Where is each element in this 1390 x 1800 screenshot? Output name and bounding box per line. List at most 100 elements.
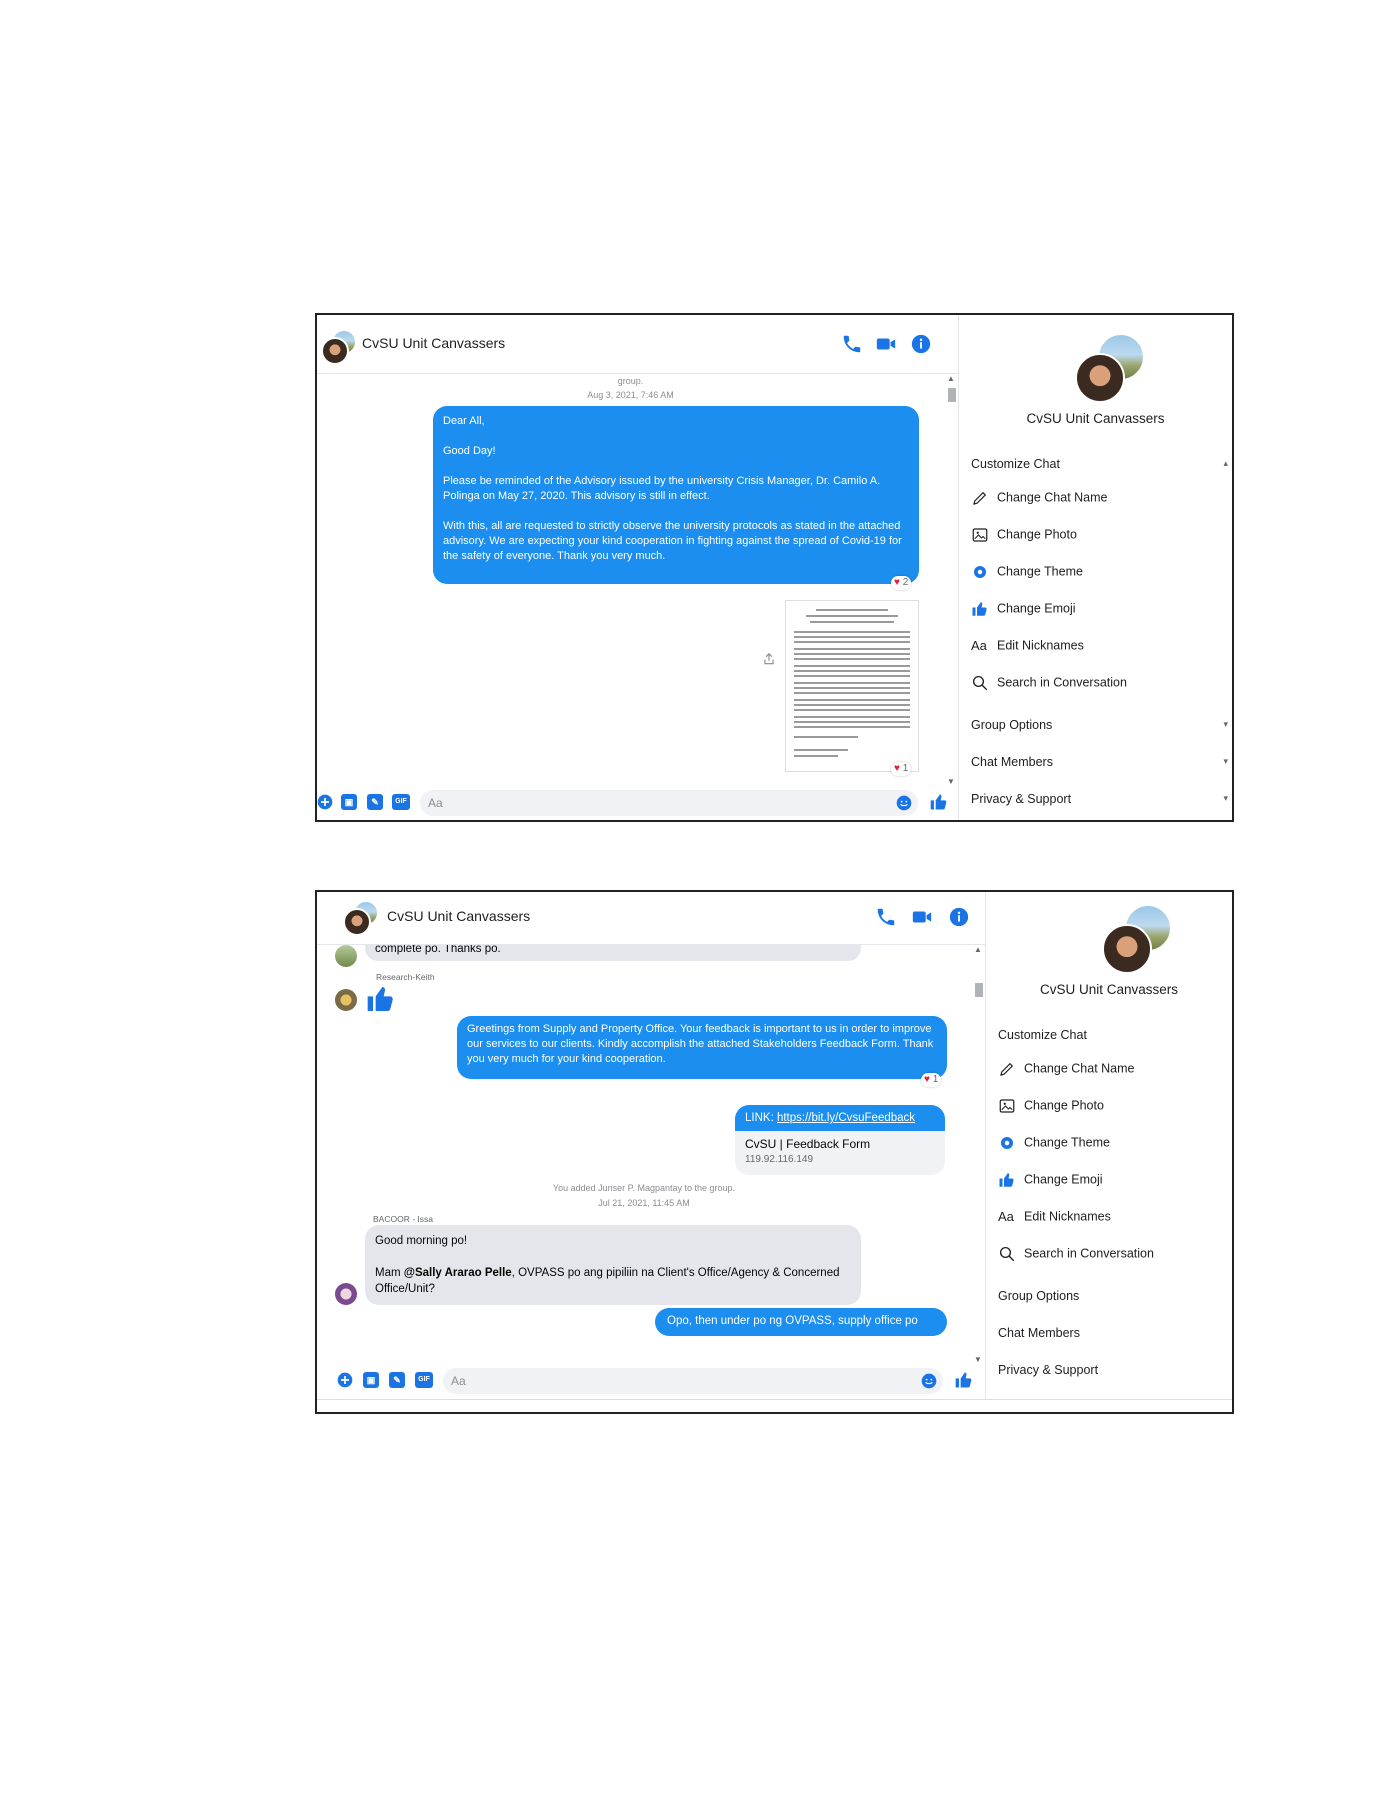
gif-icon[interactable]: GIF: [415, 1372, 433, 1388]
theme-icon: [974, 565, 986, 578]
reaction-badge[interactable]: ♥ 1: [921, 1073, 942, 1087]
plus-icon[interactable]: [317, 794, 333, 810]
avatar[interactable]: [335, 989, 357, 1011]
customize-chat-header[interactable]: Customize Chat: [971, 457, 1060, 471]
link-preview-card[interactable]: CvSU | Feedback Form 119.92.116.149: [735, 1131, 945, 1175]
chat-members-header[interactable]: Chat Members: [971, 755, 1053, 769]
system-message: group.: [617, 376, 644, 386]
message-line: Please be reminded of the Advisory issue…: [443, 475, 881, 502]
reaction-badge[interactable]: ♥ 1: [891, 762, 912, 776]
scroll-thumb[interactable]: [948, 388, 956, 402]
emoji-icon[interactable]: [896, 795, 912, 811]
theme-icon: [1001, 1136, 1013, 1149]
taskbar-strip: [317, 1399, 1232, 1412]
edit-nicknames-item[interactable]: Aa Edit Nicknames: [998, 1206, 1111, 1226]
link-url[interactable]: https://bit.ly/CvsuFeedback: [777, 1112, 915, 1124]
change-chat-name-item[interactable]: Change Chat Name: [998, 1058, 1134, 1078]
phone-icon[interactable]: [841, 333, 863, 355]
emoji-icon[interactable]: [921, 1373, 937, 1389]
sticker-icon[interactable]: ✎: [389, 1372, 405, 1388]
message-bubble[interactable]: Opo, then under po ng OVPASS, supply off…: [655, 1308, 947, 1336]
chat-header: CvSU Unit Canvassers: [317, 315, 958, 374]
image-icon: [999, 1099, 1015, 1113]
photo-icon[interactable]: ▣: [363, 1372, 379, 1388]
scroll-down-arrow[interactable]: ▼: [974, 1355, 982, 1364]
mention[interactable]: @Sally Ararao Pelle: [404, 1267, 512, 1279]
message-list[interactable]: complete po. Thanks po. Research-Keith G…: [317, 945, 971, 1364]
search-in-conversation-item[interactable]: Search in Conversation: [971, 672, 1127, 692]
sticker-icon[interactable]: ✎: [367, 794, 383, 810]
message-line: With this, all are requested to strictly…: [443, 520, 902, 562]
change-emoji-item[interactable]: Change Emoji: [998, 1169, 1103, 1189]
chat-title[interactable]: CvSU Unit Canvassers: [362, 335, 505, 351]
sender-name: BACOOR - Issa: [373, 1214, 433, 1224]
like-icon[interactable]: [929, 792, 949, 812]
scrollbar[interactable]: ▲ ▼: [971, 945, 985, 1364]
item-label: Change Theme: [997, 564, 1083, 579]
privacy-support-header[interactable]: Privacy & Support: [998, 1363, 1098, 1377]
group-avatar[interactable]: [343, 900, 379, 936]
reaction-count: 2: [902, 577, 909, 588]
change-emoji-item[interactable]: Change Emoji: [971, 598, 1076, 618]
group-options-header[interactable]: Group Options: [998, 1289, 1079, 1303]
change-theme-item[interactable]: Change Theme: [998, 1132, 1110, 1152]
chevron-up-icon[interactable]: ▴: [1223, 458, 1228, 469]
sidebar-title: CvSU Unit Canvassers: [1026, 411, 1165, 426]
chat-title[interactable]: CvSU Unit Canvassers: [387, 908, 530, 924]
privacy-support-header[interactable]: Privacy & Support: [971, 792, 1071, 806]
thumbs-up-icon[interactable]: [365, 983, 397, 1015]
photo-icon[interactable]: ▣: [341, 794, 357, 810]
group-avatar[interactable]: [321, 329, 357, 365]
message-bubble[interactable]: complete po. Thanks po.: [365, 945, 861, 961]
avatar[interactable]: [335, 945, 357, 967]
card-subtitle: 119.92.116.149: [745, 1154, 814, 1165]
item-label: Change Chat Name: [1024, 1061, 1135, 1076]
text-aa-icon: Aa: [971, 637, 987, 653]
message-input[interactable]: Aa: [443, 1368, 943, 1394]
like-icon[interactable]: [954, 1370, 974, 1390]
search-in-conversation-item[interactable]: Search in Conversation: [998, 1243, 1154, 1263]
scroll-up-arrow[interactable]: ▲: [974, 945, 982, 954]
sidebar-title: CvSU Unit Canvassers: [1039, 982, 1179, 997]
video-icon[interactable]: [911, 906, 933, 928]
reaction-count: 1: [932, 1074, 939, 1085]
conversation-info-sidebar: CvSU Unit Canvassers Customize Chat ▴ Ch…: [959, 315, 1232, 820]
image-icon: [972, 528, 988, 542]
customize-chat-header[interactable]: Customize Chat: [998, 1028, 1087, 1042]
reaction-count: 1: [902, 763, 909, 774]
message-input[interactable]: Aa: [420, 790, 918, 816]
video-icon[interactable]: [875, 333, 897, 355]
scroll-down-arrow[interactable]: ▼: [947, 777, 955, 786]
info-icon[interactable]: [948, 906, 970, 928]
message-bubble[interactable]: Good morning po! Mam @Sally Ararao Pelle…: [365, 1225, 861, 1305]
document-attachment[interactable]: [785, 600, 919, 772]
change-chat-name-item[interactable]: Change Chat Name: [971, 487, 1107, 507]
change-theme-item[interactable]: Change Theme: [971, 561, 1083, 581]
change-photo-item[interactable]: Change Photo: [998, 1095, 1104, 1115]
input-placeholder: Aa: [451, 1374, 466, 1388]
message-bubble[interactable]: Greetings from Supply and Property Offic…: [457, 1016, 947, 1079]
change-photo-item[interactable]: Change Photo: [971, 524, 1077, 544]
link-message[interactable]: LINK: https://bit.ly/CvsuFeedback: [735, 1105, 945, 1131]
group-options-header[interactable]: Group Options: [971, 718, 1052, 732]
share-icon[interactable]: [762, 652, 776, 666]
avatar[interactable]: [335, 1283, 357, 1305]
scrollbar[interactable]: ▲ ▼: [944, 374, 958, 786]
gif-icon[interactable]: GIF: [392, 794, 410, 810]
chevron-down-icon[interactable]: ▾: [1223, 793, 1228, 804]
scroll-thumb[interactable]: [975, 983, 983, 997]
chevron-down-icon[interactable]: ▾: [1223, 756, 1228, 767]
info-icon[interactable]: [910, 333, 932, 355]
link-prefix: LINK:: [745, 1112, 777, 1124]
phone-icon[interactable]: [875, 906, 897, 928]
message-bubble[interactable]: Dear All, Good Day! Please be reminded o…: [433, 406, 919, 584]
message-list[interactable]: group. Aug 3, 2021, 7:46 AM Dear All, Go…: [317, 374, 944, 786]
reaction-badge[interactable]: ♥ 2: [891, 576, 912, 590]
item-label: Search in Conversation: [1024, 1246, 1154, 1261]
scroll-up-arrow[interactable]: ▲: [947, 374, 955, 383]
search-icon: [972, 675, 988, 690]
chevron-down-icon[interactable]: ▾: [1223, 719, 1228, 730]
plus-icon[interactable]: [337, 1372, 353, 1388]
chat-members-header[interactable]: Chat Members: [998, 1326, 1080, 1340]
edit-nicknames-item[interactable]: Aa Edit Nicknames: [971, 635, 1084, 655]
